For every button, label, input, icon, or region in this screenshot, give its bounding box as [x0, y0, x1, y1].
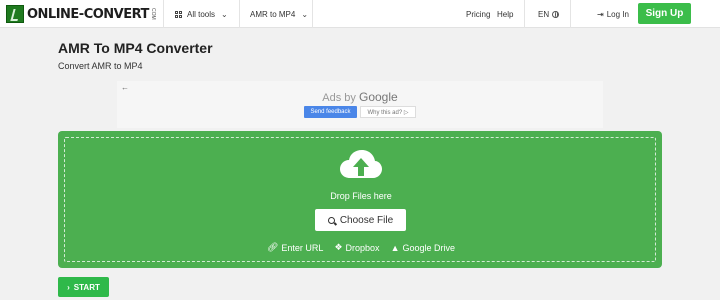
drop-files-label: Drop Files here — [330, 191, 392, 201]
site-logo[interactable]: ONLINE-CONVERT COM — [6, 5, 156, 23]
page-subtitle: Convert AMR to MP4 — [58, 61, 143, 71]
nav-divider — [312, 0, 313, 28]
ads-by-google-label: Ads by Google — [117, 90, 603, 104]
chevron-down-icon: ⌄ — [301, 9, 309, 19]
grid-icon — [175, 10, 182, 18]
dropbox-label: Dropbox — [345, 242, 380, 253]
google-drive-link[interactable]: ▲ Google Drive — [391, 242, 455, 253]
ads-by-prefix: Ads by — [322, 92, 359, 104]
chevron-right-icon: › — [67, 282, 70, 292]
drop-zone[interactable]: Drop Files here Choose File 🔗︎ Enter URL… — [64, 137, 656, 262]
login-label: Log In — [606, 9, 629, 19]
login-icon: ⇥ — [597, 9, 604, 19]
nav-divider — [570, 0, 571, 28]
nav-divider — [239, 0, 240, 28]
start-label: START — [73, 282, 100, 292]
choose-file-button[interactable]: Choose File — [315, 209, 406, 231]
why-this-ad-button[interactable]: Why this ad? ▷ — [360, 106, 416, 118]
all-tools-menu[interactable]: All tools ⌄ — [175, 0, 228, 28]
google-drive-icon: ▲ — [390, 242, 400, 253]
dropbox-icon: ❖ — [334, 242, 343, 252]
send-feedback-button[interactable]: Send feedback — [304, 106, 357, 118]
page-title: AMR To MP4 Converter — [58, 40, 213, 56]
upload-sources: 🔗︎ Enter URL ❖ Dropbox ▲ Google Drive — [65, 242, 657, 253]
globe-icon — [552, 10, 560, 18]
enter-url-label: Enter URL — [281, 242, 324, 253]
chevron-down-icon: ⌄ — [221, 9, 228, 19]
logo-mark-icon — [6, 5, 24, 23]
google-drive-label: Google Drive — [402, 242, 456, 253]
upload-area[interactable]: Drop Files here Choose File 🔗︎ Enter URL… — [58, 131, 662, 268]
dropbox-link[interactable]: ❖ Dropbox — [334, 242, 379, 253]
ads-brand: Google — [358, 90, 398, 104]
login-link[interactable]: ⇥ Log In — [597, 0, 629, 28]
help-link[interactable]: Help — [497, 0, 513, 28]
search-icon — [327, 216, 335, 224]
language-label: EN — [538, 9, 550, 19]
top-navigation: ONLINE-CONVERT COM All tools ⌄ AMR to MP… — [0, 0, 720, 28]
nav-divider — [524, 0, 525, 28]
language-selector[interactable]: EN — [538, 0, 560, 28]
enter-url-link[interactable]: 🔗︎ Enter URL — [267, 242, 323, 253]
logo-suffix: COM — [149, 8, 156, 20]
ad-banner: ← Ads by Google Send feedback Why this a… — [117, 81, 603, 128]
converter-label: AMR to MP4 — [250, 9, 296, 19]
choose-file-label: Choose File — [339, 214, 394, 226]
link-icon: 🔗︎ — [266, 242, 279, 252]
all-tools-label: All tools — [187, 9, 216, 19]
cloud-upload-icon — [340, 150, 382, 178]
converter-menu[interactable]: AMR to MP4 ⌄ — [250, 0, 308, 28]
signup-button[interactable]: Sign Up — [638, 3, 691, 24]
start-button[interactable]: › START — [58, 277, 109, 297]
logo-text: ONLINE-CONVERT — [27, 6, 149, 22]
nav-divider — [163, 0, 164, 28]
pricing-link[interactable]: Pricing — [466, 0, 490, 28]
